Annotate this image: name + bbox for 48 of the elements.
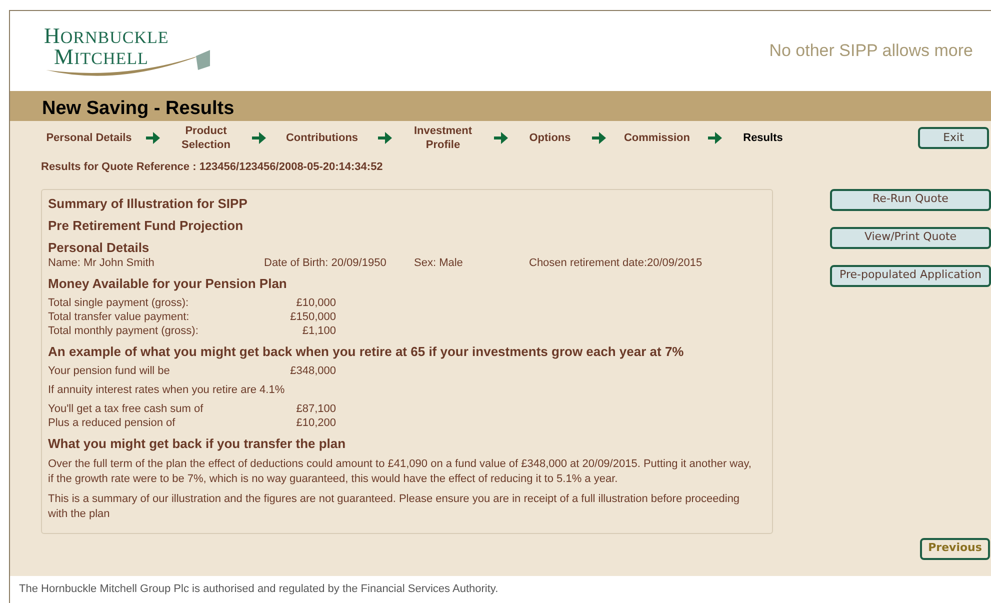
- wizard-step[interactable]: Commission: [617, 131, 697, 145]
- paragraph: This is a summary of our illustration and the figures are not guaranteed. Please ensure you are in receipt of a full illustration before proceeding with the plan: [48, 492, 741, 522]
- arrow-right-icon: [378, 132, 392, 144]
- tagline: No other SIPP allows more: [769, 40, 973, 62]
- detail-text: Date of Birth: 20/09/1950: [264, 256, 388, 270]
- action-button[interactable]: View/Print Quote: [830, 226, 991, 248]
- detail-text: Chosen retirement date:20/09/2015: [529, 256, 702, 270]
- wizard-step[interactable]: Product Selection: [171, 124, 241, 152]
- amount-value: £1,100: [301, 324, 336, 338]
- paragraph: If annuity interest rates when you retire are 4.1%: [48, 382, 286, 398]
- wizard-step[interactable]: Options: [519, 131, 581, 145]
- wizard-step[interactable]: Results: [733, 131, 793, 145]
- amount-label: Total single payment (gross):: [48, 296, 190, 310]
- wizard-step[interactable]: Investment Profile: [403, 124, 483, 152]
- wizard-step[interactable]: Contributions: [277, 131, 367, 145]
- detail-text: Name: Mr John Smith: [48, 256, 156, 270]
- section-heading: An example of what you might get back when you retire at 65 if your investments grow each year at 7%: [48, 342, 685, 360]
- logo: HORNBUCKLE MITCHELL: [44, 20, 216, 82]
- page-title: New Saving - Results: [42, 98, 234, 120]
- paragraph: Over the full term of the plan the effect of deductions could amount to £41,090 on a fund value of £348,000 at 20/09/2015. Putting it another way, if the growth rate were to be 7%, which is no way guaranteed, this would have the effect of reducing it to 5.1% a year.: [48, 456, 752, 486]
- amount-label: Plus a reduced pension of: [48, 416, 176, 430]
- amount-label: You'll get a tax free cash sum of: [48, 402, 204, 416]
- arrow-right-icon: [146, 132, 160, 144]
- amount-value: £348,000: [289, 364, 336, 378]
- section-heading: Money Available for your Pension Plan: [48, 274, 288, 292]
- detail-text: Sex: Male: [414, 256, 464, 270]
- amount-label: Total transfer value payment:: [48, 310, 190, 324]
- arrow-right-icon: [252, 132, 266, 144]
- section-heading: Personal Details: [48, 238, 150, 256]
- quote-reference: Results for Quote Reference : 123456/123456/2008-05-20:14:34:52: [40, 160, 384, 175]
- action-button[interactable]: Pre-populated Application: [830, 264, 991, 286]
- wizard-step[interactable]: Personal Details: [43, 131, 135, 145]
- amount-value: £87,100: [295, 402, 336, 416]
- amount-value: £10,200: [295, 416, 336, 430]
- amount-value: £10,000: [295, 296, 336, 310]
- section-heading: Summary of Illustration for SIPP: [48, 194, 248, 212]
- arrow-right-icon: [592, 132, 606, 144]
- amount-label: Your pension fund will be: [48, 364, 171, 378]
- footer-text: The Hornbuckle Mitchell Group Plc is authorised and regulated by the Financial Services Authority.: [19, 582, 498, 598]
- exit-button[interactable]: Exit: [918, 127, 989, 149]
- section-heading: What you might get back if you transfer the plan: [48, 434, 347, 452]
- arrow-right-icon: [494, 132, 508, 144]
- section-heading: Pre Retirement Fund Projection: [48, 216, 244, 234]
- action-button[interactable]: Re-Run Quote: [830, 188, 991, 210]
- amount-value: £150,000: [289, 310, 336, 324]
- previous-button[interactable]: Previous: [920, 538, 990, 560]
- arrow-right-icon: [708, 132, 722, 144]
- amount-label: Total monthly payment (gross):: [48, 324, 200, 338]
